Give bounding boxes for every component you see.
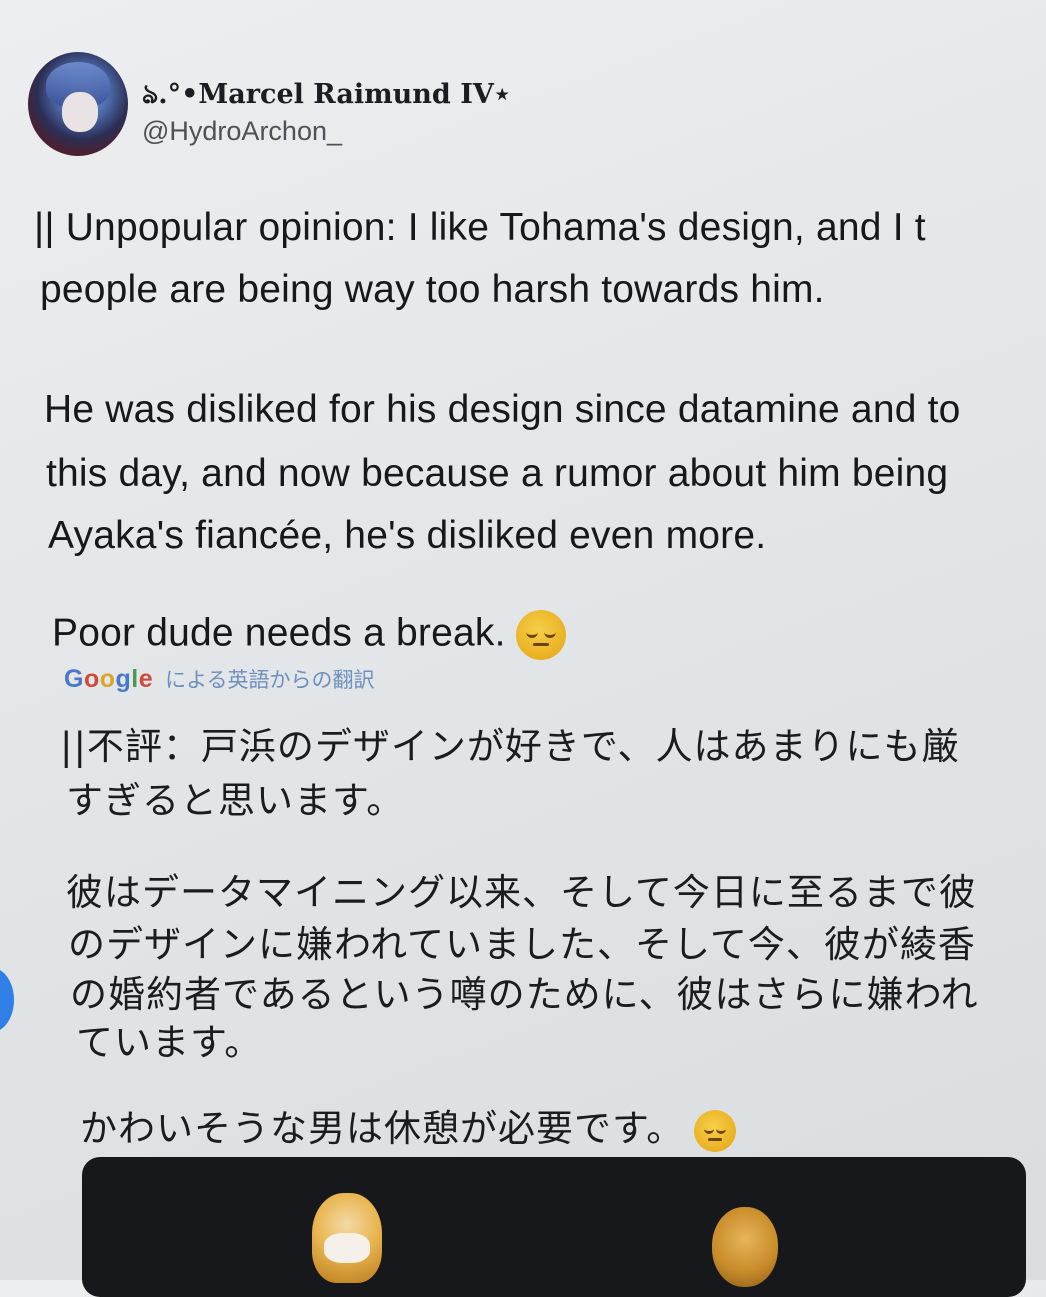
translated-text-line: ||不評：戸浜のデザインが好きで、人はあまりにも厳 — [60, 725, 960, 768]
translation-attribution[interactable]: Google による英語からの翻訳 — [64, 664, 375, 694]
tweet-text-line: Poor dude needs a break. — [52, 610, 566, 660]
tweet-media-image[interactable] — [82, 1157, 1026, 1297]
avatar-face — [62, 92, 98, 132]
tweet-text-last: Poor dude needs a break. — [52, 611, 506, 655]
author-handle[interactable]: @HydroArchon_ — [142, 116, 342, 147]
translated-text-line: の婚約者であるという噂のために、彼はさらに嫌われ — [70, 973, 979, 1016]
media-character-right — [712, 1207, 778, 1287]
author-display-name[interactable]: ঌ.°•Marcel Raimund IV⋆ — [142, 74, 511, 119]
translated-text-line: のデザインに嫌われていました、そして今、彼が綾香 — [68, 923, 976, 966]
translated-text-last: かわいそうな男は休憩が必要です。 — [80, 1107, 685, 1150]
tweet-text-line: Ayaka's fiancée, he's disliked even more… — [48, 514, 767, 557]
tweet-text-line: people are being way too harsh towards h… — [40, 268, 825, 311]
pensive-face-emoji-icon — [694, 1109, 737, 1152]
translated-text-line: かわいそうな男は休憩が必要です。 — [80, 1098, 737, 1152]
avatar[interactable] — [28, 52, 128, 156]
translated-text-line: ています。 — [76, 1021, 263, 1064]
media-character-left — [312, 1193, 382, 1283]
translated-text-line: 彼はデータマイニング以来、そして今日に至るまで彼 — [66, 871, 977, 914]
tweet-text-line: || Unpopular opinion: I like Tohama's de… — [34, 206, 926, 249]
translated-text-line: すぎると思います。 — [66, 779, 405, 822]
translation-source-text: による英語からの翻訳 — [165, 668, 375, 692]
tweet-text-line: He was disliked for his design since dat… — [44, 388, 961, 431]
pensive-face-emoji-icon — [515, 610, 566, 660]
tweet-text-line: this day, and now because a rumor about … — [46, 452, 949, 495]
google-logo: Google — [64, 665, 154, 693]
compose-button-edge[interactable] — [0, 968, 14, 1032]
